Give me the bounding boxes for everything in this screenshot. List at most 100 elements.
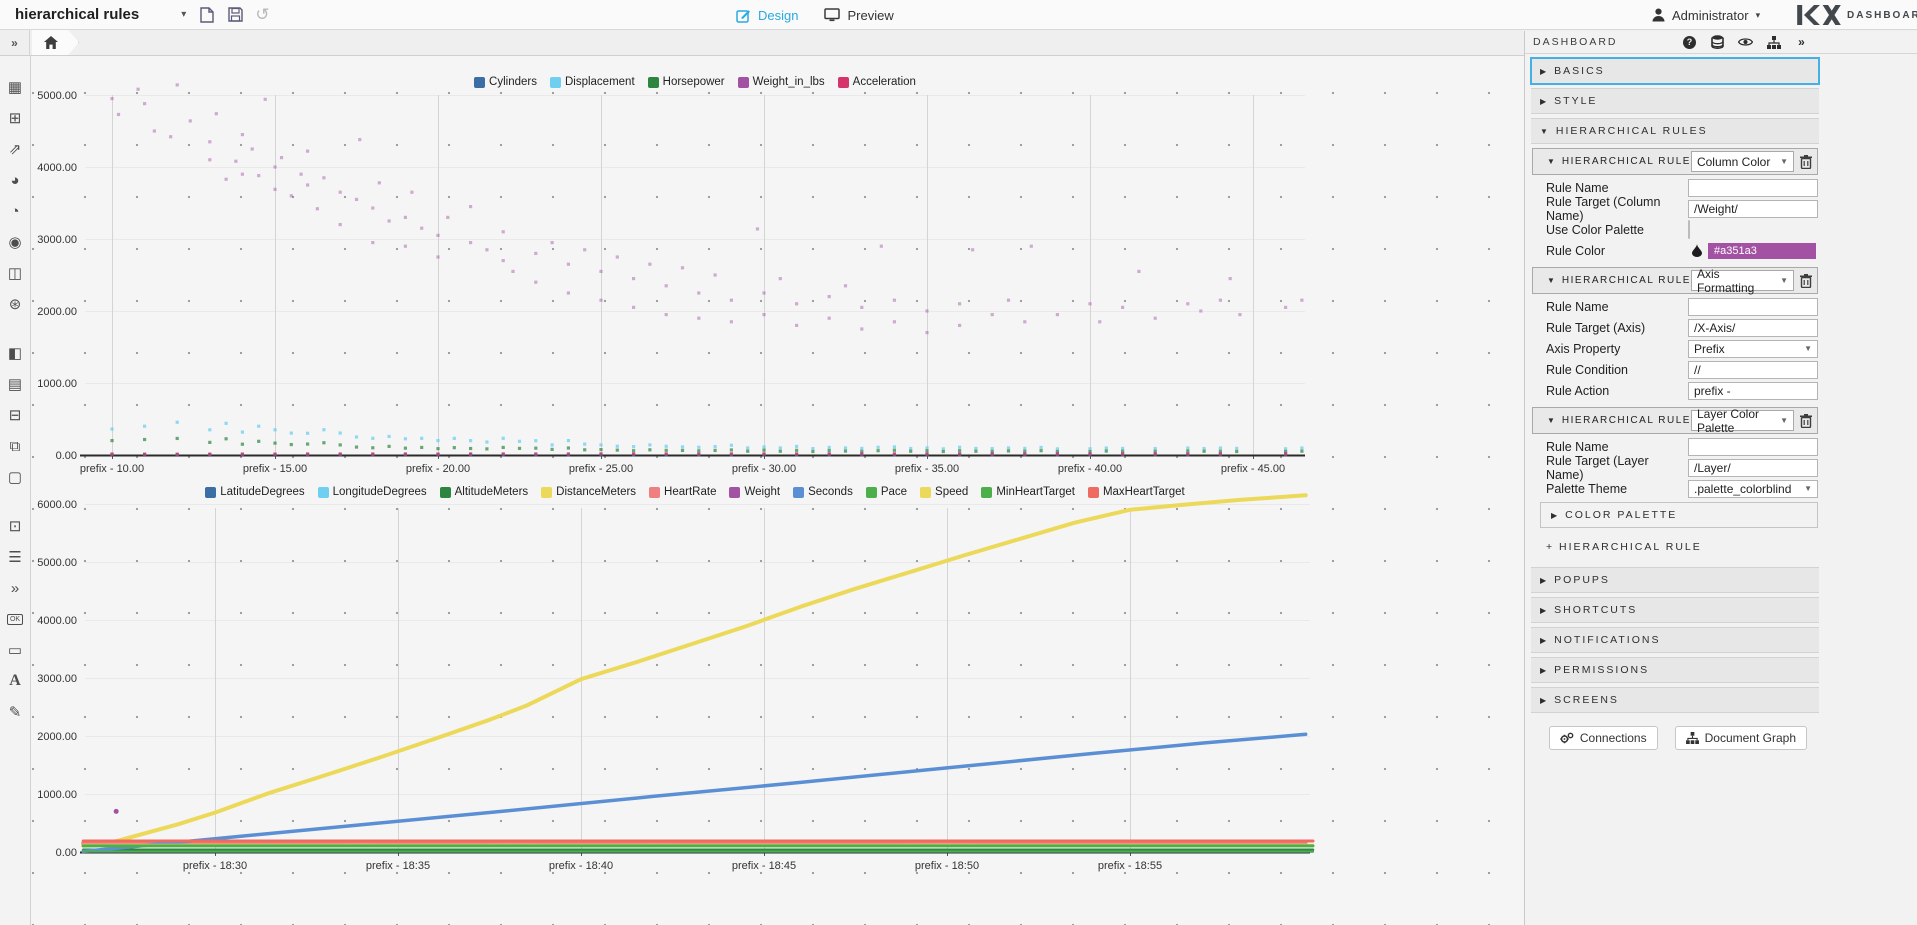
canvas-select-icon[interactable]: ▢	[2, 464, 28, 490]
rule-1-header[interactable]: ▼ HIERARCHICAL RULE Column Color▼	[1532, 148, 1818, 175]
rule-1-name-input[interactable]	[1688, 179, 1818, 197]
y-tick-label: 3000.00	[37, 234, 77, 246]
y-tick-label: 1000.00	[37, 378, 77, 390]
section-screens[interactable]: ▶SCREENS	[1531, 687, 1819, 713]
save-icon[interactable]	[228, 7, 243, 22]
rule-2-delete-icon[interactable]	[1800, 274, 1812, 288]
donut-chart-icon[interactable]: ◔	[2, 198, 28, 224]
text-label-icon[interactable]: A	[2, 668, 28, 694]
drawer-icon[interactable]: ⊡	[2, 513, 28, 539]
panel-collapse-icon[interactable]: »	[1794, 35, 1809, 50]
panel-tray-icon[interactable]: ⊟	[2, 402, 28, 428]
rule-1-use-palette-checkbox[interactable]	[1688, 220, 1690, 239]
connections-button[interactable]: Connections	[1549, 726, 1658, 750]
rule-2-condition-input[interactable]: //	[1688, 361, 1818, 379]
user-caret-icon: ▾	[1756, 10, 1761, 21]
cube-chart-icon[interactable]: ◫	[2, 260, 28, 286]
rule-1-use-palette-row: Use Color Palette	[1532, 220, 1818, 239]
ok-button-icon[interactable]: OK	[2, 606, 28, 632]
text-input-icon[interactable]: ▭	[2, 637, 28, 663]
panel-title: DASHBOARD	[1533, 36, 1618, 48]
rule-2-axis-property-select[interactable]: Prefix▼	[1688, 340, 1818, 358]
document-title-caret-icon[interactable]: ▾	[181, 9, 186, 20]
rule-2-name-input[interactable]	[1688, 298, 1818, 316]
section-style[interactable]: ▶STYLE	[1531, 88, 1819, 114]
rule-3-name-input[interactable]	[1688, 438, 1818, 456]
rule-2-target-input[interactable]: /X-Axis/	[1688, 319, 1818, 337]
pivot-grid-icon[interactable]: ⊞	[2, 105, 28, 131]
design-mode-button[interactable]: Design	[736, 8, 798, 23]
color-droplet-icon[interactable]	[1688, 243, 1706, 259]
home-screen-tab[interactable]	[32, 30, 79, 55]
section-popups[interactable]: ▶POPUPS	[1531, 567, 1819, 593]
panel-header: DASHBOARD ? »	[1525, 31, 1917, 54]
graph-icon	[1686, 732, 1699, 744]
document-graph-button[interactable]: Document Graph	[1675, 726, 1807, 750]
x-tick-label: prefix - 18:40	[549, 860, 613, 872]
rule-2-type-select[interactable]: Axis Formatting▼	[1691, 270, 1794, 291]
stacked-panels-icon[interactable]: ⧉	[2, 433, 28, 459]
breadcrumb-icon[interactable]: »	[2, 575, 28, 601]
document-title[interactable]: hierarchical rules	[15, 6, 139, 23]
gauge-chart-icon[interactable]: ◉	[2, 229, 28, 255]
rule-3-palette-theme-select[interactable]: .palette_colorblind▼	[1688, 480, 1818, 498]
section-shortcuts[interactable]: ▶SHORTCUTS	[1531, 597, 1819, 623]
y-tick-label: 6000.00	[37, 499, 77, 511]
y-tick-label: 0.00	[56, 450, 77, 462]
y-tick-label: 2000.00	[37, 306, 77, 318]
component-toolbar: ▦ ⊞ ⇗ ◕ ◔ ◉ ◫ ⊛ ◧ ▤ ⊟ ⧉ ▢ ⊡ ☰ » OK ▭ A ✎	[0, 56, 31, 925]
y-tick-label: 5000.00	[37, 90, 77, 102]
new-document-icon[interactable]	[200, 7, 214, 23]
columns-layout-icon[interactable]: ◧	[2, 340, 28, 366]
undo-icon[interactable]: ↺	[255, 5, 269, 25]
charts-layer[interactable]: 0.00 1000.00 2000.00 3000.00 4000.00 5000.00 p…	[31, 56, 1524, 925]
data-sources-icon[interactable]	[1710, 35, 1725, 50]
rule-3-header[interactable]: ▼ HIERARCHICAL RULE Layer Color Palette▼	[1532, 407, 1818, 434]
rule-3-delete-icon[interactable]	[1800, 414, 1812, 428]
y-tick-label: 4000.00	[37, 162, 77, 174]
pie-chart-icon[interactable]: ◕	[2, 167, 28, 193]
line-chart-icon[interactable]: ⇗	[2, 136, 28, 162]
data-grid-icon[interactable]: ▦	[2, 74, 28, 100]
preview-mode-button[interactable]: Preview	[824, 8, 893, 23]
list-menu-icon[interactable]: ☰	[2, 544, 28, 570]
section-notifications[interactable]: ▶NOTIFICATIONS	[1531, 627, 1819, 653]
scatter-series-Horsepower	[110, 437, 1303, 453]
rule-1-color-row: Rule Color #a351a3	[1532, 241, 1818, 260]
x-tick-label: prefix - 25.00	[569, 463, 633, 475]
section-basics[interactable]: ▶BASICS	[1531, 58, 1819, 84]
color-palette-subsection[interactable]: ▶COLOR PALETTE	[1540, 502, 1818, 528]
dashboard-canvas[interactable]: CylindersDisplacementHorsepowerWeight_in…	[31, 56, 1524, 925]
section-hierarchical-rules[interactable]: ▼HIERARCHICAL RULES	[1531, 118, 1819, 144]
rule-1-color-swatch[interactable]: #a351a3	[1708, 243, 1816, 259]
scatter-series-Weight_in_lbs	[110, 83, 1303, 334]
view-state-icon[interactable]	[1738, 35, 1753, 50]
rule-2-header[interactable]: ▼ HIERARCHICAL RULE Axis Formatting▼	[1532, 267, 1818, 294]
add-hierarchical-rule-button[interactable]: + HIERARCHICAL RULE	[1531, 535, 1819, 559]
user-menu[interactable]: Administrator ▾	[1652, 0, 1760, 30]
rule-1-type-select[interactable]: Column Color▼	[1691, 151, 1794, 172]
top-bar: hierarchical rules ▾ ↺ Design Preview Ad…	[0, 0, 1917, 30]
x-tick-label: prefix - 45.00	[1221, 463, 1285, 475]
hierarchical-rule-card-1: ▼ HIERARCHICAL RULE Column Color▼ Rule N…	[1531, 148, 1819, 260]
user-icon	[1652, 8, 1665, 22]
rule-1-target-input[interactable]: /Weight/	[1688, 200, 1818, 218]
rule-2-action-input[interactable]: prefix -	[1688, 382, 1818, 400]
document-tree-icon[interactable]	[1766, 35, 1781, 50]
section-permissions[interactable]: ▶PERMISSIONS	[1531, 657, 1819, 683]
annotate-icon[interactable]: ✎	[2, 699, 28, 725]
x-tick-label: prefix - 18:45	[732, 860, 796, 872]
help-icon[interactable]: ?	[1682, 35, 1697, 50]
y-tick-label: 1000.00	[37, 789, 77, 801]
x-tick-label: prefix - 18:50	[915, 860, 979, 872]
rule-3-type-select[interactable]: Layer Color Palette▼	[1691, 410, 1794, 431]
tabs-expand-icon[interactable]: »	[0, 30, 30, 56]
rule-1-delete-icon[interactable]	[1800, 155, 1812, 169]
wheel-chart-icon[interactable]: ⊛	[2, 291, 28, 317]
rows-layout-icon[interactable]: ▤	[2, 371, 28, 397]
brand-wordmark: DASHBOARDS	[1847, 10, 1917, 21]
hierarchical-rule-card-3: ▼ HIERARCHICAL RULE Layer Color Palette▼…	[1531, 407, 1819, 528]
mode-switch: Design Preview	[736, 0, 894, 30]
dashboard-settings-panel: DASHBOARD ? » ▶BASICS ▶STYLE ▼HIERARCHIC…	[1524, 31, 1917, 925]
rule-3-target-input[interactable]: /Layer/	[1688, 459, 1818, 477]
